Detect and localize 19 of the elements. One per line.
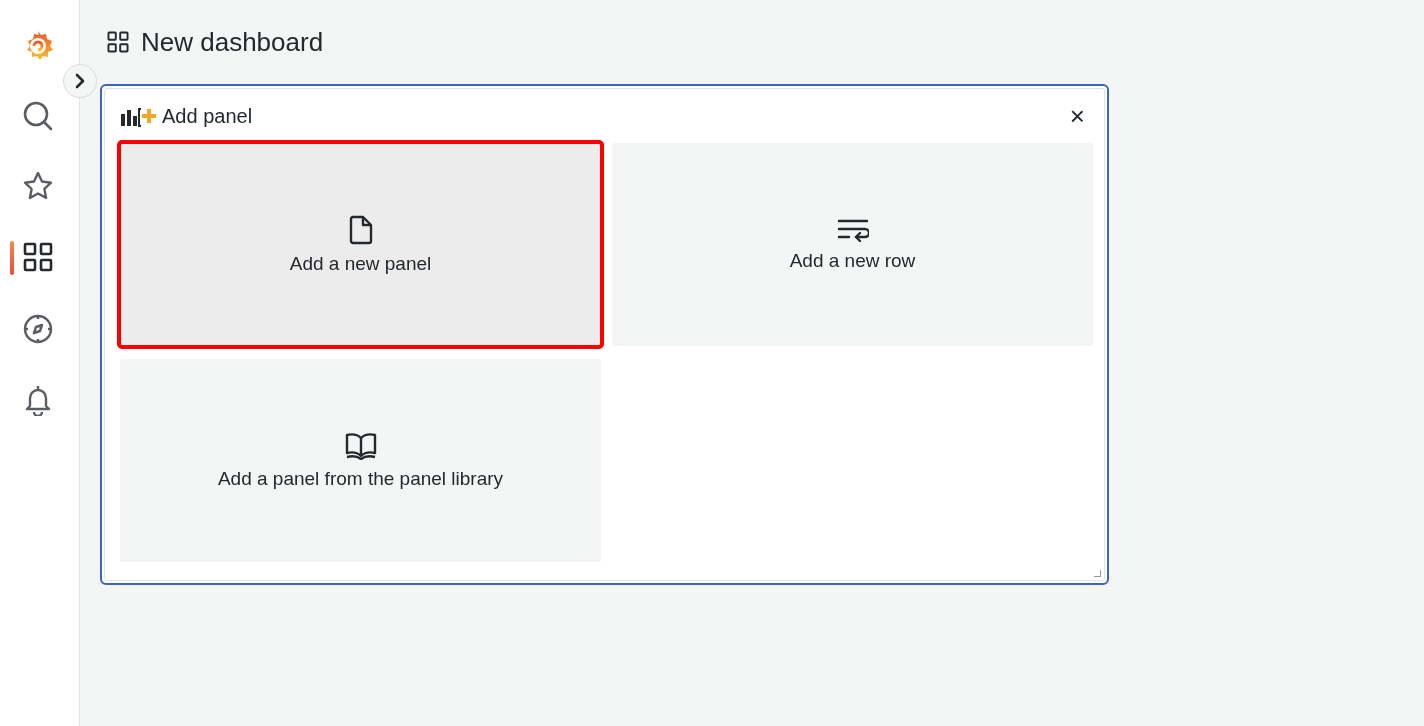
star-icon[interactable] — [23, 171, 53, 201]
wrap-text-icon — [836, 217, 869, 242]
file-icon — [348, 214, 373, 245]
add-panel-icon — [120, 105, 158, 127]
resize-handle[interactable] — [1094, 570, 1101, 577]
add-option-card[interactable]: Add a new row — [612, 143, 1093, 346]
book-icon — [344, 431, 377, 460]
chevron-right-icon — [74, 73, 86, 89]
close-button[interactable]: × — [1065, 103, 1089, 129]
search-icon[interactable] — [22, 100, 54, 132]
active-indicator — [10, 241, 14, 275]
dashboard-icon — [107, 31, 129, 53]
add-option-card[interactable]: Add a panel from the panel library — [120, 359, 601, 562]
bell-icon[interactable] — [24, 384, 52, 416]
dashboards-icon[interactable] — [23, 242, 53, 272]
panel-title: Add panel — [162, 104, 253, 128]
page-title: New dashboard — [141, 26, 324, 58]
add-option-card[interactable]: Add a new panel — [120, 143, 601, 346]
compass-icon[interactable] — [22, 313, 54, 345]
